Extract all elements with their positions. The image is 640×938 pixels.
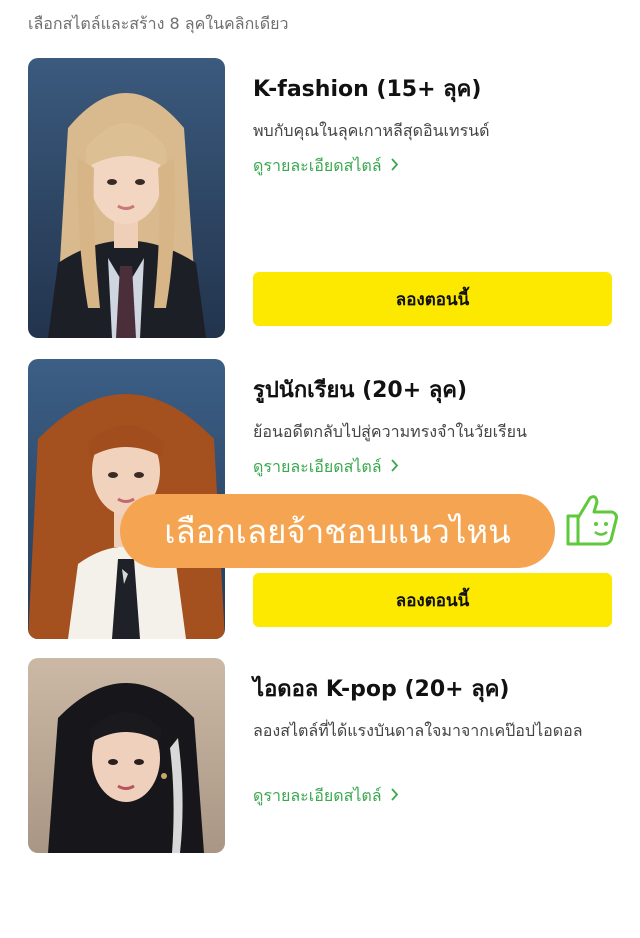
chevron-right-icon — [390, 457, 399, 476]
chevron-right-icon — [390, 156, 399, 175]
style-title: รูปนักเรียน (20+ ลุค) — [253, 378, 468, 403]
portrait-blonde-image — [28, 58, 225, 338]
details-label: ดูรายละเอียดสไตล์ — [253, 156, 382, 175]
style-card-kpop-idol[interactable]: ไอดอล K-pop (20+ ลุค) ลองสไตล์ที่ได้แรงบ… — [0, 658, 640, 938]
style-title: ไอดอล K-pop (20+ ลุค) — [253, 677, 510, 702]
style-description: พบกับคุณในลุคเกาหลีสุดอินเทรนด์ — [253, 121, 490, 140]
page-subtitle: เลือกสไตล์และสร้าง 8 ลุคในคลิกเดียว — [28, 14, 289, 33]
chevron-right-icon — [390, 786, 399, 805]
try-now-button[interactable]: ลองตอนนี้ — [253, 272, 612, 326]
style-card-k-fashion[interactable]: K-fashion (15+ ลุค) พบกับคุณในลุคเกาหลีส… — [0, 58, 640, 338]
try-now-button[interactable]: ลองตอนนี้ — [253, 573, 612, 627]
style-details-link[interactable]: ดูรายละเอียดสไตล์ — [253, 154, 399, 179]
style-details-link[interactable]: ดูรายละเอียดสไตล์ — [253, 784, 399, 809]
style-description: ลองสไตล์ที่ได้แรงบันดาลใจมาจากเคป๊อปไอดอ… — [253, 721, 583, 740]
style-photo[interactable] — [28, 58, 225, 338]
details-label: ดูรายละเอียดสไตล์ — [253, 786, 382, 805]
style-details-link[interactable]: ดูรายละเอียดสไตล์ — [253, 455, 399, 480]
style-photo[interactable] — [28, 658, 225, 853]
style-title: K-fashion (15+ ลุค) — [253, 77, 482, 102]
overlay-caption: เลือกเลยจ้าชอบแนวไหน — [120, 494, 555, 568]
portrait-black-hair-image — [28, 658, 225, 853]
details-label: ดูรายละเอียดสไตล์ — [253, 457, 382, 476]
style-description: ย้อนอดีตกลับไปสู่ความทรงจำในวัยเรียน — [253, 422, 527, 441]
thumbs-up-icon — [562, 492, 622, 548]
